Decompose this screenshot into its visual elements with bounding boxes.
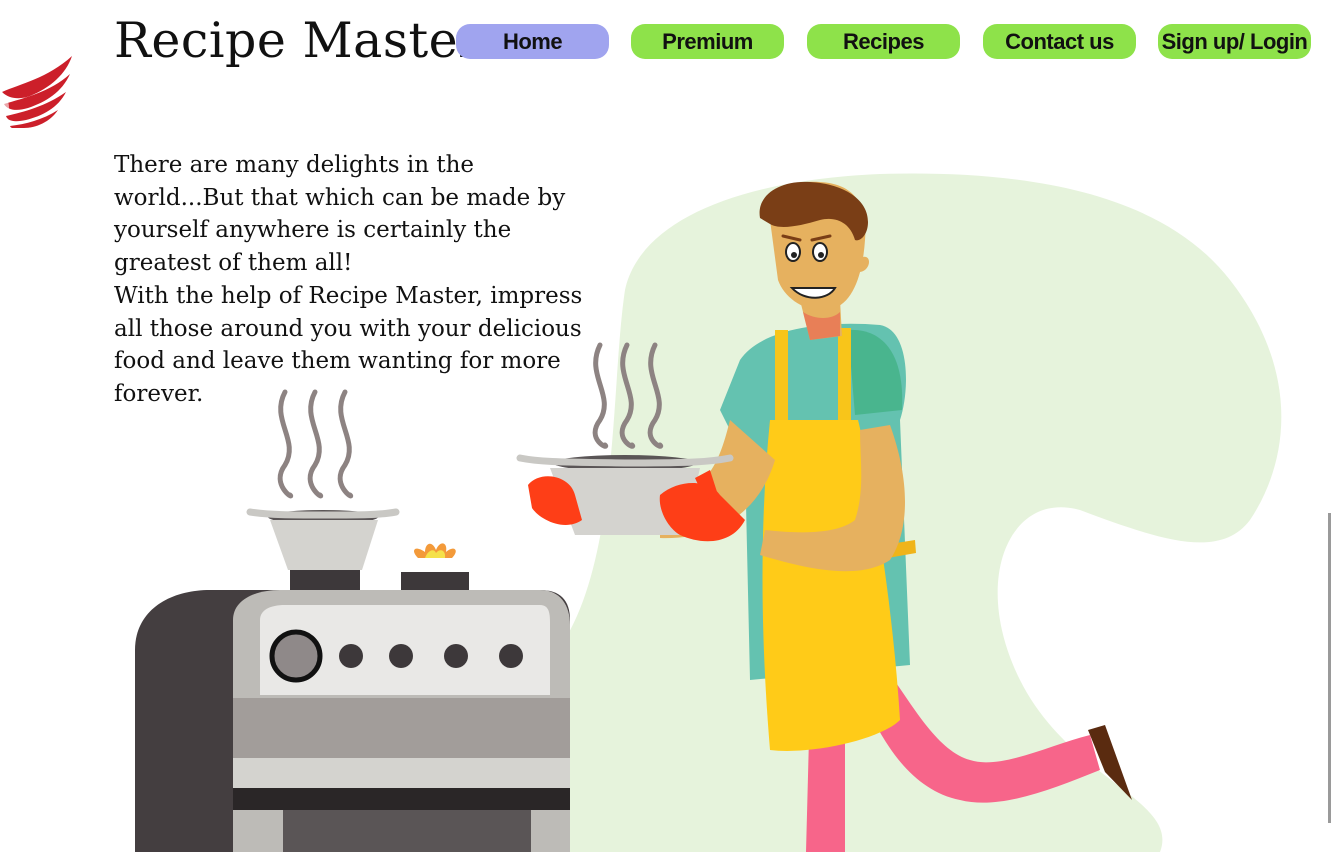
nav-recipes-button[interactable]: Recipes [807, 24, 960, 59]
intro-paragraph-1: There are many delights in the world...B… [114, 152, 566, 277]
intro-text: There are many delights in the world...B… [114, 149, 584, 411]
intro-paragraph-2: With the help of Recipe Master, impress … [114, 282, 583, 407]
nav-home-button[interactable]: Home [456, 24, 609, 59]
red-wing-logo-icon[interactable] [0, 52, 76, 128]
nav-premium-button[interactable]: Premium [631, 24, 784, 59]
site-title[interactable]: Recipe Master [114, 12, 482, 69]
nav-contact-button[interactable]: Contact us [983, 24, 1136, 59]
nav-signup-login-button[interactable]: Sign up/ Login [1158, 24, 1311, 59]
